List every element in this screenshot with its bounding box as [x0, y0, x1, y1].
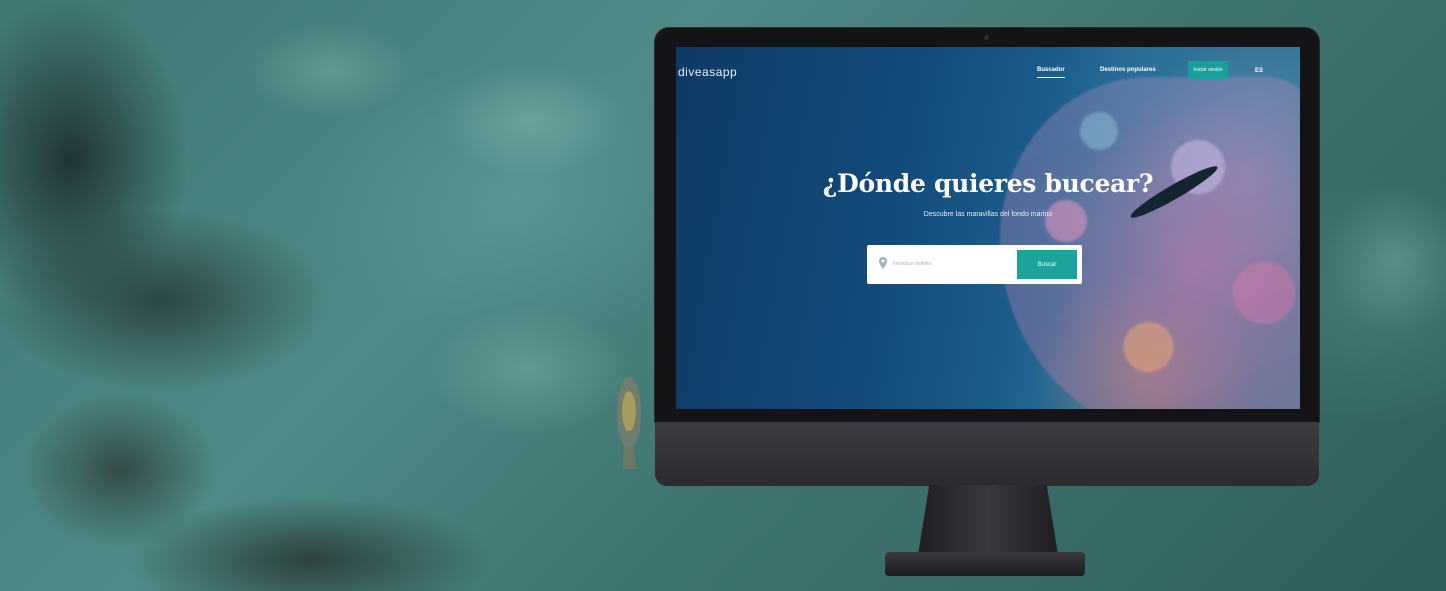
- background-fish: [617, 377, 641, 469]
- search-button[interactable]: Buscar: [1017, 250, 1077, 279]
- nav-link-buscador[interactable]: Buscador: [1037, 67, 1065, 78]
- language-selector[interactable]: ES: [1255, 68, 1263, 74]
- light-caustic: [1320, 180, 1446, 340]
- monitor-stand: [918, 485, 1058, 555]
- website-screen: diveasapp Buscador Destinos populares In…: [676, 47, 1300, 409]
- monitor-chin: [655, 422, 1319, 486]
- camera-dot: [984, 35, 989, 40]
- monitor-stand-base: [885, 552, 1085, 576]
- nav-link-destinos-populares[interactable]: Destinos populares: [1100, 67, 1156, 73]
- coral-reef-image: [1000, 77, 1300, 409]
- light-caustic: [240, 20, 420, 120]
- destination-search-input[interactable]: [893, 255, 1011, 273]
- light-caustic: [430, 60, 630, 180]
- destination-search-box: Buscar: [867, 245, 1082, 284]
- site-navbar: diveasapp Buscador Destinos populares In…: [676, 47, 1300, 107]
- monitor-bezel: diveasapp Buscador Destinos populares In…: [655, 28, 1319, 422]
- hero-subtitle: Descubre las maravillas del fondo marino: [923, 211, 1053, 218]
- light-caustic: [420, 300, 640, 440]
- imac-monitor: diveasapp Buscador Destinos populares In…: [655, 28, 1319, 486]
- location-pin-icon: [879, 257, 887, 269]
- hero-title: ¿Dónde quieres bucear?: [822, 169, 1154, 198]
- login-button[interactable]: Iniciar sesión: [1188, 61, 1228, 79]
- site-logo[interactable]: diveasapp: [678, 65, 737, 79]
